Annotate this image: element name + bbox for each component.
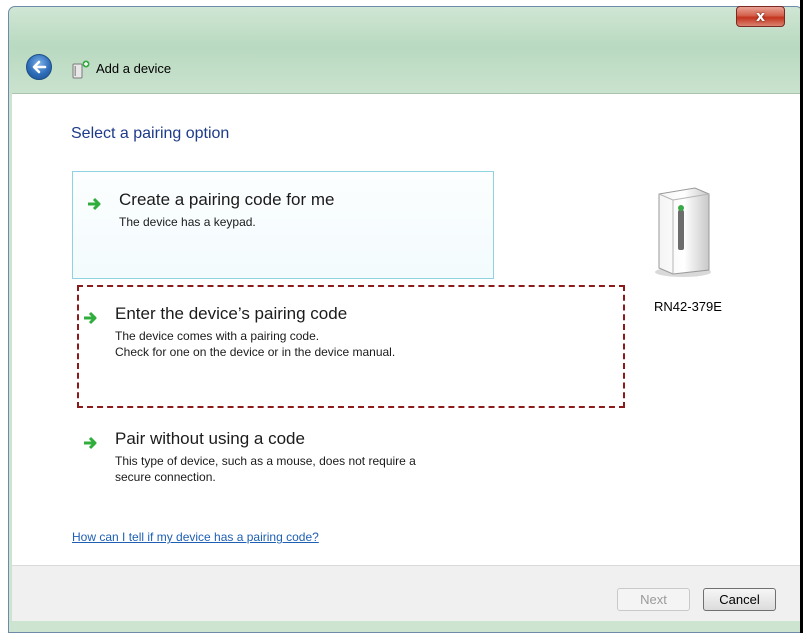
next-button[interactable]: Next (617, 588, 690, 611)
page-heading: Select a pairing option (71, 125, 230, 142)
close-icon: x (755, 8, 766, 25)
option-create-pairing-code[interactable]: Create a pairing code for me The device … (72, 171, 494, 279)
help-link[interactable]: How can I tell if my device has a pairin… (72, 530, 319, 544)
device-name: RN42-379E (654, 299, 722, 314)
option-description: The device has a keypad. (119, 214, 256, 230)
option-desc-line: The device has a keypad. (119, 215, 256, 229)
close-button[interactable]: x (736, 6, 785, 27)
device-tower-icon (655, 187, 711, 277)
green-arrow-icon (88, 197, 101, 211)
window-title: Add a device (96, 61, 172, 76)
option-title: Create a pairing code for me (119, 190, 335, 209)
option-description: This type of device, such as a mouse, do… (115, 453, 416, 485)
option-title: Pair without using a code (115, 429, 305, 448)
back-button[interactable] (26, 54, 52, 80)
option-desc-line: secure connection. (115, 470, 216, 484)
cancel-button[interactable]: Cancel (703, 588, 776, 611)
option-desc-line: This type of device, such as a mouse, do… (115, 454, 416, 468)
add-device-icon (72, 60, 90, 79)
highlight-frame (77, 285, 625, 408)
green-arrow-icon (84, 436, 97, 450)
back-arrow-icon (32, 60, 47, 74)
